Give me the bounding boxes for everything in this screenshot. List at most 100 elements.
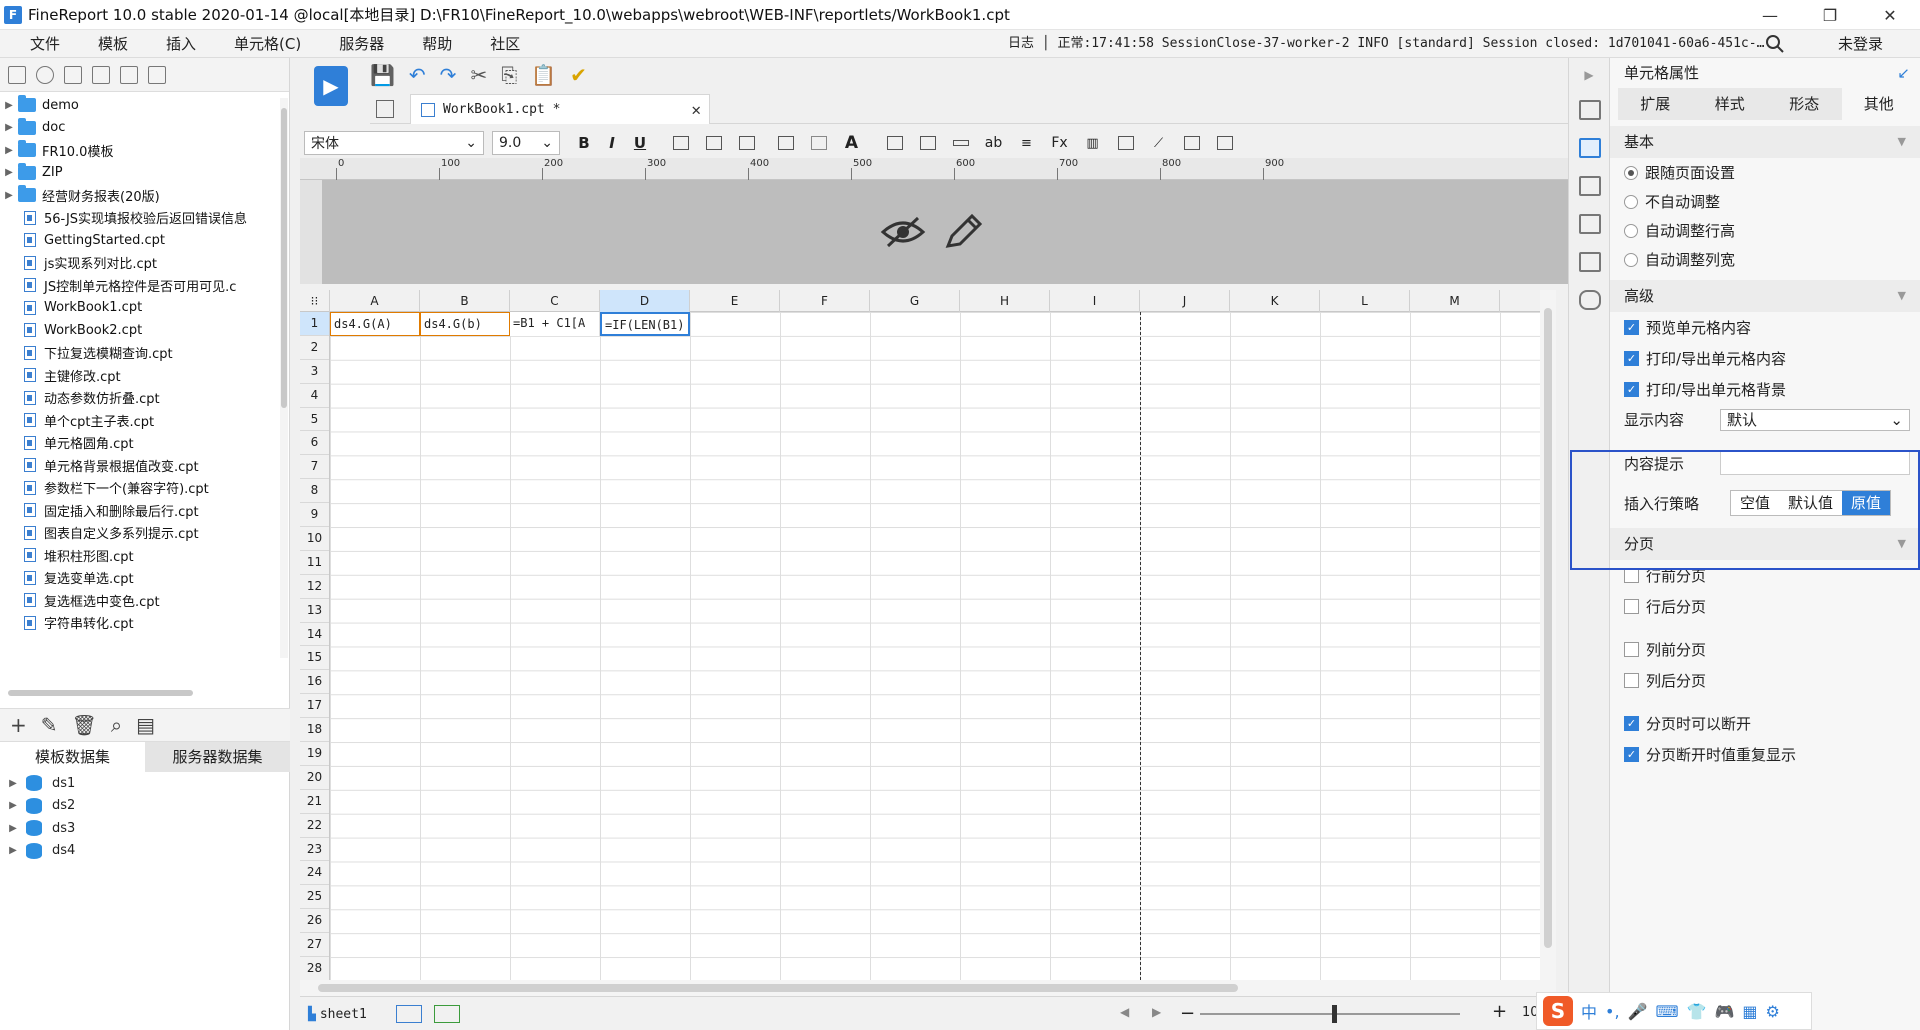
menu-cell[interactable]: 单元格(C) bbox=[215, 30, 320, 58]
expand-arrow-icon[interactable]: ▶ bbox=[0, 145, 18, 156]
condition-icon[interactable] bbox=[1579, 176, 1601, 196]
row-header-22[interactable]: 22 bbox=[300, 814, 329, 838]
skin-icon[interactable]: 👕 bbox=[1687, 1002, 1707, 1021]
font-name-select[interactable]: 宋体 ⌄ bbox=[304, 131, 484, 155]
prev-sheet-icon[interactable]: ◀ bbox=[1120, 1005, 1129, 1019]
row-header-9[interactable]: 9 bbox=[300, 503, 329, 528]
tree-file[interactable]: 堆积柱形图.cpt bbox=[0, 544, 280, 567]
radio-button[interactable] bbox=[1624, 252, 1638, 267]
tree-folder[interactable]: ▶ demo bbox=[0, 94, 280, 117]
display-content-select[interactable]: 默认 ⌄ bbox=[1720, 408, 1910, 431]
checkbox[interactable]: ✓ bbox=[1624, 320, 1639, 335]
row-header-13[interactable]: 13 bbox=[300, 599, 329, 623]
sheet-tab[interactable]: ▙ sheet1 bbox=[308, 1003, 367, 1025]
paste-icon[interactable]: 📋 bbox=[531, 63, 556, 87]
copy-icon[interactable] bbox=[148, 65, 166, 84]
chart-icon[interactable]: ▥ bbox=[1076, 132, 1109, 154]
checkbox[interactable]: ✓ bbox=[1624, 747, 1639, 762]
row-header-16[interactable]: 16 bbox=[300, 670, 329, 695]
radio-button[interactable] bbox=[1624, 194, 1638, 209]
tree-folder[interactable]: ▶ 经营财务报表(20版) bbox=[0, 184, 280, 207]
tree-file[interactable]: 下拉复选模糊查询.cpt bbox=[0, 342, 280, 365]
split-cell-icon[interactable] bbox=[911, 132, 944, 154]
tree-file[interactable]: GettingStarted.cpt bbox=[0, 229, 280, 252]
tree-file[interactable]: 主键修改.cpt bbox=[0, 364, 280, 387]
tree-file[interactable]: 动态参数仿折叠.cpt bbox=[0, 387, 280, 410]
tree-vscrollbar[interactable] bbox=[280, 98, 288, 658]
underline-button[interactable]: U bbox=[626, 134, 654, 152]
row-header-6[interactable]: 6 bbox=[300, 431, 329, 456]
close-tab-icon[interactable]: ✕ bbox=[691, 100, 701, 119]
basic-option[interactable]: 自动调整列宽 bbox=[1610, 245, 1920, 274]
login-status[interactable]: 未登录 bbox=[1838, 30, 1883, 58]
expand-arrow-icon[interactable]: ▶ bbox=[0, 823, 26, 834]
row-header-4[interactable]: 4 bbox=[300, 384, 329, 408]
row-header-21[interactable]: 21 bbox=[300, 790, 329, 814]
preview-dataset-icon[interactable]: ⌕ bbox=[111, 713, 122, 737]
column-header-m[interactable]: M bbox=[1410, 290, 1500, 312]
row-header-7[interactable]: 7 bbox=[300, 455, 329, 480]
minimize-button[interactable]: — bbox=[1740, 0, 1800, 30]
column-header-f[interactable]: F bbox=[780, 290, 870, 312]
menu-community[interactable]: 社区 bbox=[471, 30, 539, 58]
row-header-14[interactable]: 14 bbox=[300, 623, 329, 647]
italic-button[interactable]: I bbox=[598, 134, 626, 152]
column-header-j[interactable]: J bbox=[1140, 290, 1230, 312]
zoom-slider-knob[interactable] bbox=[1332, 1005, 1337, 1023]
column-header-a[interactable]: A bbox=[330, 290, 420, 312]
basic-option[interactable]: 自动调整行高 bbox=[1610, 216, 1920, 245]
zoom-slider[interactable] bbox=[1200, 1013, 1460, 1015]
cell-properties-icon[interactable] bbox=[1579, 138, 1601, 158]
fill-color-icon[interactable] bbox=[802, 132, 835, 154]
redo-icon[interactable]: ↷ bbox=[440, 63, 457, 87]
image-icon[interactable] bbox=[1109, 132, 1142, 154]
tree-file[interactable]: 复选框选中变色.cpt bbox=[0, 589, 280, 612]
add-report-sheet-icon[interactable] bbox=[396, 1005, 422, 1023]
hide-eye-icon[interactable] bbox=[880, 214, 926, 250]
tree-hscrollbar[interactable] bbox=[8, 690, 288, 698]
float-element-icon[interactable] bbox=[1208, 132, 1241, 154]
zoom-in-icon[interactable]: + bbox=[1492, 1001, 1507, 1022]
file-tab[interactable]: WorkBook1.cpt * ✕ bbox=[410, 94, 710, 124]
menu-insert[interactable]: 插入 bbox=[147, 30, 215, 58]
align-right-icon[interactable] bbox=[730, 132, 763, 154]
row-header-27[interactable]: 27 bbox=[300, 933, 329, 958]
tab-template-datasets[interactable]: 模板数据集 bbox=[0, 742, 145, 772]
sheet-hscrollbar[interactable] bbox=[300, 980, 1556, 996]
row-header-15[interactable]: 15 bbox=[300, 646, 329, 671]
tree-folder[interactable]: ▶ doc bbox=[0, 117, 280, 140]
edit-pencil-icon[interactable] bbox=[942, 214, 982, 250]
tab-style[interactable]: 样式 bbox=[1693, 88, 1768, 120]
row-header-25[interactable]: 25 bbox=[300, 885, 329, 910]
column-header-h[interactable]: H bbox=[960, 290, 1050, 312]
paging-option[interactable]: 列后分页 bbox=[1610, 665, 1920, 696]
data-column-icon[interactable] bbox=[1579, 252, 1601, 272]
column-header-l[interactable]: L bbox=[1320, 290, 1410, 312]
radio-button[interactable] bbox=[1624, 165, 1638, 180]
select-all-corner[interactable]: ⁝⁝ bbox=[300, 290, 330, 312]
slash-icon[interactable]: ⟋ bbox=[1142, 132, 1175, 154]
align-center-icon[interactable] bbox=[697, 132, 730, 154]
ime-mode[interactable]: 中 bbox=[1581, 999, 1597, 1023]
dataset-item[interactable]: ▶ ds4 bbox=[0, 840, 290, 863]
align-left-icon[interactable] bbox=[664, 132, 697, 154]
search-icon[interactable] bbox=[1765, 34, 1785, 54]
insert-text-icon[interactable] bbox=[944, 132, 977, 154]
column-header-k[interactable]: K bbox=[1230, 290, 1320, 312]
tree-file[interactable]: 图表自定义多系列提示.cpt bbox=[0, 522, 280, 545]
section-advanced[interactable]: 高级 ▼ bbox=[1610, 280, 1920, 312]
delete-dataset-icon[interactable]: 🗑 bbox=[72, 713, 97, 737]
add-dataset-icon[interactable]: + bbox=[10, 713, 27, 737]
sheet-vscrollbar[interactable] bbox=[1540, 290, 1556, 980]
row-header-11[interactable]: 11 bbox=[300, 551, 329, 575]
keyboard-icon[interactable]: ⌨ bbox=[1655, 1002, 1678, 1021]
tab-expand[interactable]: 扩展 bbox=[1618, 88, 1693, 120]
tree-file[interactable]: JS控制单元格控件是否可用可见.c bbox=[0, 274, 280, 297]
checkbox[interactable]: ✓ bbox=[1624, 716, 1639, 731]
advanced-option[interactable]: ✓ 打印/导出单元格内容 bbox=[1610, 343, 1920, 374]
row-header-8[interactable]: 8 bbox=[300, 479, 329, 504]
column-header-d[interactable]: D bbox=[600, 290, 690, 312]
settings-icon[interactable] bbox=[92, 65, 110, 84]
row-header-5[interactable]: 5 bbox=[300, 408, 329, 432]
tab-other[interactable]: 其他 bbox=[1841, 88, 1916, 120]
